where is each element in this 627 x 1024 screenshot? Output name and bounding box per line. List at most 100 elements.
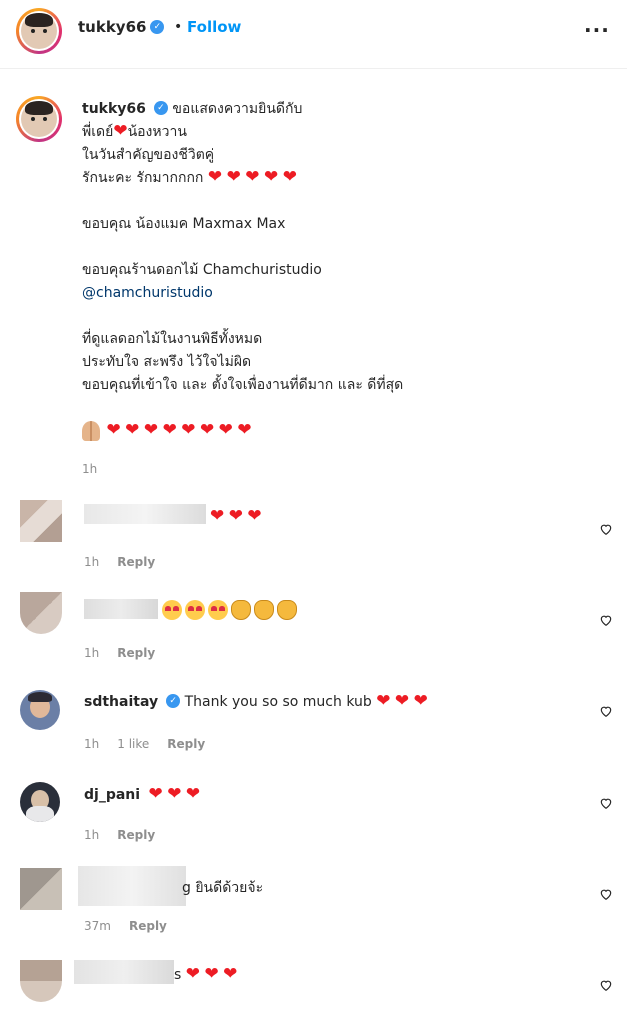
reply-button[interactable]: Reply <box>167 737 205 751</box>
heart-outline-icon[interactable] <box>599 522 613 536</box>
heart-emoji: ❤ <box>143 420 159 440</box>
caption-line-10: ขอบคุณที่เข้าใจ และ ตั้งใจเพื่องานที่ดีม… <box>82 377 404 393</box>
reply-button[interactable]: Reply <box>129 919 167 933</box>
blurred-username <box>84 504 206 524</box>
comment-meta: 1h Reply <box>84 555 173 569</box>
heart-emoji: ❤ <box>247 506 262 526</box>
heart-emoji: ❤ <box>413 691 428 711</box>
heart-emoji: ❤ <box>113 121 128 141</box>
heart-emoji: ❤ <box>167 784 182 804</box>
comment-text: g ยินดีด้วยจ้ะ <box>182 877 263 899</box>
avatar[interactable] <box>20 782 60 822</box>
heart-outline-icon[interactable] <box>599 613 613 627</box>
like-count[interactable]: 1 like <box>117 737 149 751</box>
blurred-username <box>84 599 158 619</box>
comment-time: 1h <box>84 828 100 842</box>
avatar[interactable] <box>20 500 62 542</box>
comment-text: ❤ ❤ ❤ <box>210 508 262 525</box>
heart-emoji: ❤ <box>226 167 241 187</box>
heart-outline-icon[interactable] <box>599 887 613 901</box>
verified-badge-icon: ✓ <box>150 19 165 34</box>
caption-line-8: ที่ดูแลดอกไม้ในงานพิธีทั้งหมด <box>82 331 263 347</box>
heart-emoji: ❤ <box>218 420 233 440</box>
post-caption: tukky66 ✓ ขอแสดงความยินดีกับ พี่เดย์❤น้อง… <box>82 98 552 443</box>
comment-text: sdthaitay ✓ Thank you so so much kub ❤ ❤ … <box>84 691 428 711</box>
heart-emoji: ❤ <box>185 964 200 984</box>
caption-line-2b: น้องหวาน <box>127 124 187 140</box>
comment-username[interactable]: sdthaitay <box>84 694 158 710</box>
comment-time: 37m <box>84 919 111 933</box>
caption-avatar[interactable] <box>16 96 62 142</box>
header-avatar[interactable] <box>16 8 62 54</box>
heart-emoji: ❤ <box>204 964 219 984</box>
follow-button[interactable]: Follow <box>187 18 241 36</box>
folded-hands-emoji <box>82 421 100 441</box>
heart-emoji: ❤ <box>223 964 238 984</box>
caption-line-9: ประทับใจ สะพรึง ไว้ใจไม่ผิด <box>82 354 252 370</box>
comment-meta: 1h 1 like Reply <box>84 737 223 751</box>
comment-body-tail: s <box>174 967 182 983</box>
header-separator: • <box>174 19 183 35</box>
comment-text <box>162 600 300 620</box>
heart-eyes-emoji <box>162 600 182 620</box>
caption-line-3: ในวันสำคัญของชีวิตคู่ <box>82 147 215 163</box>
reply-button[interactable]: Reply <box>117 555 155 569</box>
heart-outline-icon[interactable] <box>599 704 613 718</box>
heart-eyes-emoji <box>208 600 228 620</box>
post-header: tukky66 ✓ • Follow ··· <box>0 0 627 69</box>
heart-emoji: ❤ <box>228 506 243 526</box>
heart-emoji: ❤ <box>125 420 140 440</box>
heart-eyes-emoji <box>185 600 205 620</box>
heart-emoji: ❤ <box>237 420 252 440</box>
clapping-hands-emoji <box>231 600 251 620</box>
comment-time: 1h <box>84 737 100 751</box>
clapping-hands-emoji <box>277 600 297 620</box>
caption-username[interactable]: tukky66 <box>82 101 146 117</box>
caption-line-4: รักนะคะ รักมากกกก <box>82 170 204 186</box>
heart-emoji: ❤ <box>245 167 260 187</box>
avatar[interactable] <box>20 868 62 910</box>
heart-outline-icon[interactable] <box>599 796 613 810</box>
blurred-username <box>74 960 174 984</box>
comment-text: s ❤ ❤ ❤ <box>174 964 238 984</box>
mention-link[interactable]: @chamchuristudio <box>82 285 213 301</box>
heart-emoji: ❤ <box>376 691 391 711</box>
comment-body: ยินดีด้วยจ้ะ <box>195 880 264 896</box>
heart-emoji: ❤ <box>282 167 297 187</box>
verified-badge-icon: ✓ <box>166 694 181 708</box>
comment-meta: 37m Reply <box>84 919 185 933</box>
comment-time: 1h <box>84 646 100 660</box>
avatar[interactable] <box>20 960 62 1002</box>
avatar[interactable] <box>20 592 62 634</box>
heart-emoji: ❤ <box>394 691 410 711</box>
caption-line-2a: พี่เดย์ <box>82 124 114 140</box>
heart-emoji: ❤ <box>210 506 225 526</box>
heart-emoji: ❤ <box>162 420 177 440</box>
heart-emoji: ❤ <box>181 420 196 440</box>
comment-meta: 1h Reply <box>84 646 173 660</box>
reply-button[interactable]: Reply <box>117 646 155 660</box>
caption-time: 1h <box>82 462 98 476</box>
heart-outline-icon[interactable] <box>599 978 613 992</box>
comment-text: dj_pani ❤ ❤ ❤ <box>84 784 201 804</box>
blurred-username <box>78 866 186 906</box>
heart-emoji: ❤ <box>207 167 223 187</box>
verified-badge-icon: ✓ <box>153 101 168 115</box>
heart-emoji: ❤ <box>106 420 121 440</box>
heart-emoji: ❤ <box>199 420 215 440</box>
header-username[interactable]: tukky66 ✓ <box>78 18 165 36</box>
comment-time: 1h <box>84 555 100 569</box>
comment-username[interactable]: dj_pani <box>84 787 140 803</box>
comment-meta: 1h Reply <box>84 828 173 842</box>
avatar[interactable] <box>20 690 60 730</box>
comment-body: Thank you so so much kub <box>184 694 372 710</box>
heart-emoji: ❤ <box>263 167 279 187</box>
caption-line-5: ขอบคุณ น้องแมค Maxmax Max <box>82 216 286 232</box>
more-options-icon[interactable]: ··· <box>584 18 610 42</box>
heart-emoji: ❤ <box>185 784 201 804</box>
reply-button[interactable]: Reply <box>117 828 155 842</box>
clapping-hands-emoji <box>254 600 274 620</box>
caption-line-1: ขอแสดงความยินดีกับ <box>172 101 303 117</box>
heart-emoji: ❤ <box>148 784 163 804</box>
caption-line-6: ขอบคุณร้านดอกไม้ Chamchuristudio <box>82 262 322 278</box>
